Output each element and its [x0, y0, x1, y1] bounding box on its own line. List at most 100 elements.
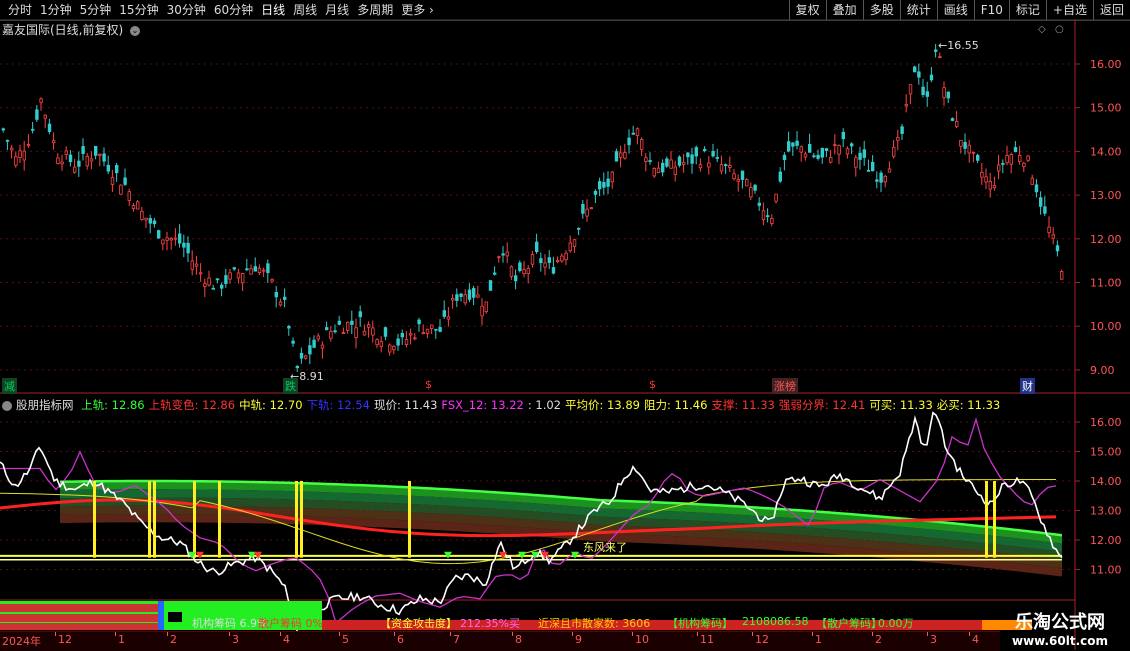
candle-body	[245, 268, 249, 271]
candle-body	[253, 266, 257, 272]
chip-text: 212.35%买	[460, 617, 520, 630]
candle-body	[581, 203, 585, 214]
candle-body	[572, 239, 577, 247]
candle-body	[295, 366, 299, 369]
candle-body	[757, 202, 761, 206]
candle-body	[833, 144, 837, 147]
candle-body	[686, 152, 690, 158]
candle-body	[320, 344, 325, 349]
indicator-name[interactable]: 股朋指标网	[16, 398, 74, 412]
x-axis: 2024年 12 1 2 3 4 5 6 7 8 9 10 11 12 1 2 3 4	[0, 631, 1000, 651]
y-tick-label: 10.00	[1090, 320, 1122, 333]
event-mark[interactable]: 减	[2, 378, 17, 394]
candle-body	[812, 155, 816, 158]
y-tick-label: 14.00	[1090, 145, 1122, 158]
y-tick-label: 12.00	[1090, 534, 1122, 547]
y-tick-label: 16.00	[1090, 416, 1122, 429]
candle-body	[392, 345, 396, 351]
candle-body	[598, 181, 602, 190]
x-axis-label: 7	[453, 633, 460, 646]
candle-body	[631, 132, 635, 135]
candle-body	[5, 139, 10, 142]
candle-body	[749, 187, 753, 198]
x-tick	[115, 632, 116, 636]
candle-body	[232, 267, 236, 270]
candle-body	[661, 162, 665, 173]
candle-body	[1013, 147, 1018, 153]
chip-text: 【机构筹码】	[667, 617, 733, 630]
candle-body	[845, 148, 850, 155]
candle-body	[1043, 206, 1047, 214]
candle-body	[22, 150, 26, 161]
event-mark[interactable]: 涨榜	[772, 378, 798, 394]
candle-body	[249, 268, 253, 275]
candle-body	[640, 139, 644, 150]
candle-body	[535, 241, 539, 253]
candle-body	[85, 156, 89, 167]
candle-body	[278, 301, 283, 306]
candle-body	[463, 294, 467, 304]
x-axis-label: 10	[635, 633, 649, 646]
event-mark[interactable]: 跌	[283, 378, 298, 394]
y-tick-label: 15.00	[1090, 446, 1122, 459]
candle-body	[694, 147, 698, 157]
indicator-field: : 1.02	[527, 398, 561, 412]
candle-body	[715, 157, 719, 159]
candle-body	[228, 272, 232, 280]
candle-body	[30, 128, 35, 131]
event-mark[interactable]: 财	[1020, 378, 1035, 394]
x-axis-label: 12	[755, 633, 769, 646]
candle-body	[619, 152, 623, 158]
candle-body	[480, 305, 484, 317]
x-tick	[572, 632, 573, 636]
candle-body	[585, 208, 589, 217]
candle-body	[329, 331, 333, 339]
candle-body	[1055, 245, 1060, 252]
event-mark[interactable]: $	[649, 378, 656, 391]
candle-body	[518, 262, 522, 272]
candle-body	[140, 210, 144, 220]
candle-body	[119, 184, 123, 195]
gear-icon[interactable]	[2, 400, 12, 411]
candle-body	[362, 330, 367, 336]
event-mark[interactable]: $	[425, 378, 432, 391]
candle-body	[896, 137, 900, 141]
candle-body	[606, 178, 610, 187]
candle-body	[724, 164, 728, 167]
candle-body	[43, 114, 47, 119]
candle-body	[1026, 155, 1030, 161]
candle-body	[1, 128, 5, 131]
candle-body	[703, 148, 707, 152]
candle-body	[1022, 162, 1026, 167]
candle-body	[291, 340, 295, 344]
candle-body	[56, 157, 60, 164]
candle-body	[568, 242, 572, 252]
candle-body	[556, 260, 560, 263]
candle-body	[102, 153, 106, 162]
watermark-title: 乐淘公式网	[1015, 612, 1105, 633]
candle-body	[459, 293, 463, 297]
candle-body	[787, 141, 791, 152]
chip-text: 散户筹码 0%	[258, 617, 323, 630]
signal-bar	[300, 481, 303, 558]
chip-text: 【散户筹码】	[816, 617, 882, 630]
candle-body	[761, 210, 766, 221]
watermark-url: www.60lt.com	[1011, 634, 1109, 648]
x-tick	[752, 632, 753, 636]
candle-body	[333, 330, 337, 333]
candle-body	[215, 278, 220, 281]
candle-body	[169, 237, 173, 241]
y-tick-label: 13.00	[1090, 189, 1122, 202]
candle-body	[366, 324, 371, 328]
candle-body	[505, 251, 509, 257]
candle-body	[858, 152, 862, 160]
x-tick	[697, 632, 698, 636]
x-tick	[632, 632, 633, 636]
x-axis-label: 1	[118, 633, 125, 646]
indicator-field: 现价: 11.43	[373, 398, 438, 412]
y-tick-label: 11.00	[1090, 277, 1122, 290]
candle-body	[1060, 271, 1064, 280]
candle-body	[820, 148, 824, 158]
candle-body	[165, 237, 169, 241]
x-tick	[512, 632, 513, 636]
